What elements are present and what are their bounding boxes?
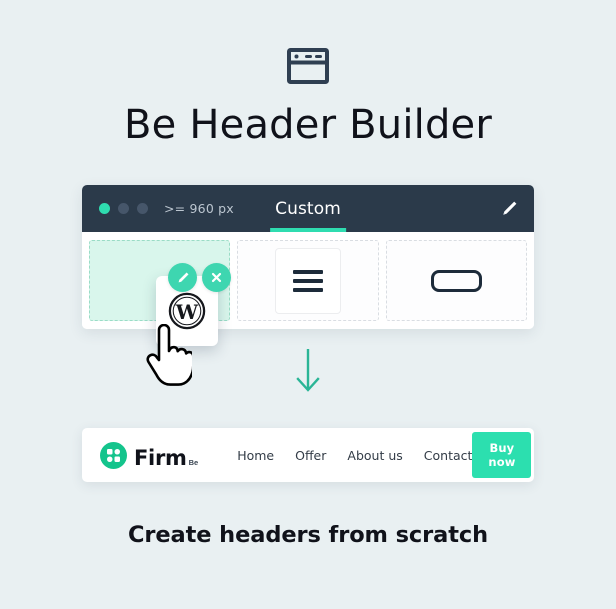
buy-now-button[interactable]: Buy now — [472, 432, 532, 478]
brand-name: Firm — [134, 445, 187, 470]
tab-custom[interactable]: Custom — [259, 185, 357, 232]
zone-action-buttons — [168, 263, 231, 292]
brand-suffix: Be — [188, 457, 199, 467]
promo-icon-wrapper — [0, 44, 616, 88]
edit-element-button[interactable] — [168, 263, 197, 292]
arrow-down-icon — [295, 348, 321, 399]
header-builder-card: >= 960 px Custom W — [82, 185, 534, 346]
page-caption: Create headers from scratch — [127, 522, 489, 548]
hamburger-line-1 — [292, 269, 323, 274]
svg-text:W: W — [175, 300, 199, 324]
dot-inactive-1[interactable] — [118, 203, 129, 214]
dot-active[interactable] — [99, 203, 110, 214]
button-placeholder-icon — [430, 269, 482, 292]
builder-drop-area: W — [82, 232, 534, 346]
pencil-icon[interactable] — [500, 200, 518, 223]
hand-pointer-cursor — [140, 323, 195, 391]
logo-drop-zone[interactable]: W — [89, 240, 231, 346]
dot-inactive-2[interactable] — [137, 203, 148, 214]
four-dots-logo-icon — [100, 441, 127, 469]
menu-drop-zone[interactable] — [237, 240, 379, 321]
preview-header-bar: Firm Be Home Offer About us Contact Buy … — [82, 428, 534, 482]
nav-link-home[interactable]: Home — [237, 448, 274, 463]
arrow-down-wrapper — [0, 348, 616, 399]
breakpoint-label: >= 960 px — [164, 201, 234, 216]
builder-toolbar: >= 960 px Custom — [82, 185, 534, 232]
brand-logo[interactable]: Firm Be — [100, 441, 199, 470]
window-dots — [99, 203, 148, 214]
nav-link-offer[interactable]: Offer — [295, 448, 326, 463]
hamburger-line-2 — [292, 278, 323, 283]
tab-custom-label: Custom — [275, 198, 341, 219]
hamburger-line-3 — [292, 287, 323, 292]
browser-window-icon — [286, 44, 330, 88]
hamburger-menu-icon[interactable] — [274, 247, 341, 314]
preview-nav: Home Offer About us Contact — [237, 448, 472, 463]
page-title: Be Header Builder — [124, 102, 492, 148]
button-drop-zone[interactable] — [385, 240, 527, 321]
nav-link-about-us[interactable]: About us — [347, 448, 402, 463]
remove-element-button[interactable] — [202, 263, 231, 292]
nav-link-contact[interactable]: Contact — [424, 448, 473, 463]
